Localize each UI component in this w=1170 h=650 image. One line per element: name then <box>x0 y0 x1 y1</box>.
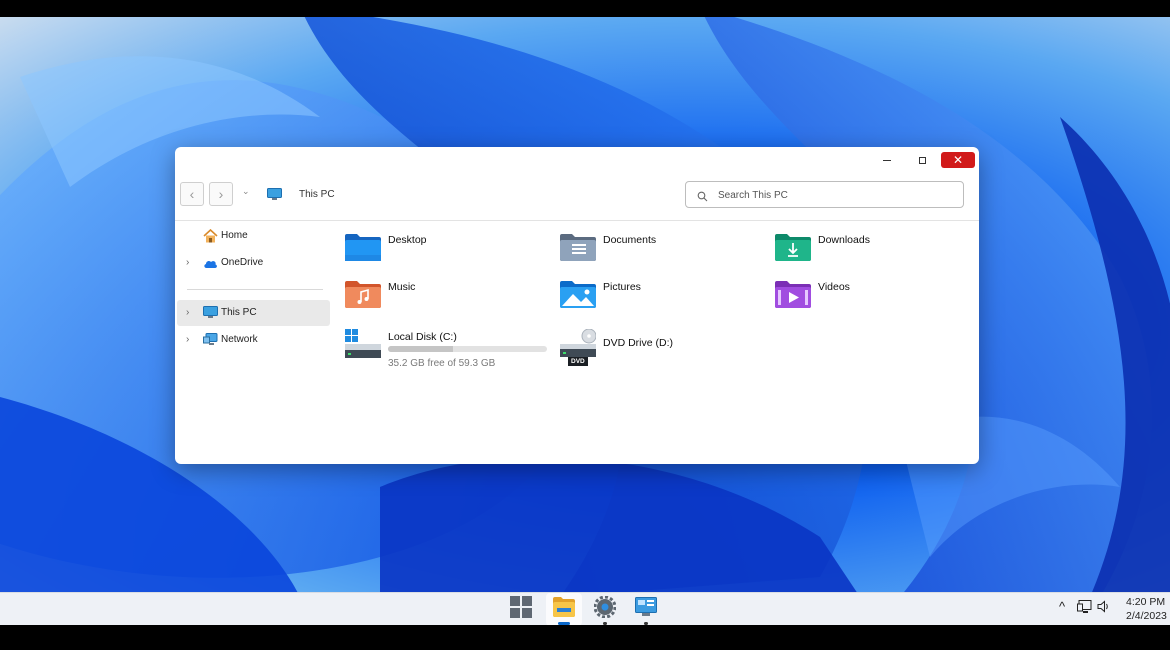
chevron-right-icon[interactable]: › <box>186 307 189 318</box>
maximize-button[interactable] <box>910 152 934 168</box>
dvd-badge: DVD <box>571 358 585 365</box>
show-hidden-icons-button[interactable]: ^ <box>1059 599 1065 614</box>
navigation-toolbar: ‹ › ⌄ This PC Search This PC <box>175 177 979 221</box>
drive-dvd-d[interactable]: DVD Drive (D:) DVD <box>550 319 760 367</box>
settings-icon <box>593 595 617 623</box>
home-icon <box>203 228 218 248</box>
system-clock[interactable]: 4:20 PM 2/4/2023 <box>1126 595 1170 623</box>
top-letterbox <box>0 0 1170 17</box>
taskbar-settings[interactable] <box>587 593 623 626</box>
computer-icon <box>203 306 218 324</box>
sidebar-item-label: This PC <box>221 307 257 318</box>
forward-button[interactable]: › <box>209 182 233 206</box>
folder-label: Pictures <box>603 281 641 293</box>
documents-folder-icon <box>560 233 596 266</box>
navigation-pane: Home › OneDrive › This PC › Network <box>175 222 330 464</box>
sidebar-divider <box>187 289 323 290</box>
file-explorer-window: ✕ ‹ › ⌄ This PC Search This PC Home › On… <box>175 147 979 464</box>
clock-date: 2/4/2023 <box>1126 610 1167 622</box>
drive-usage-bar <box>388 346 547 352</box>
control-panel-icon <box>635 597 657 622</box>
minimize-icon <box>883 159 891 161</box>
recent-locations-button[interactable]: ⌄ <box>242 186 250 197</box>
folder-label: Desktop <box>388 234 427 246</box>
taskbar: ^ 4:20 PM 2/4/2023 <box>0 592 1170 626</box>
folder-pictures[interactable]: Pictures <box>550 269 750 309</box>
dvd-drive-icon <box>560 328 597 372</box>
folder-label: Music <box>388 281 416 293</box>
folder-label: Documents <box>603 234 657 246</box>
close-button[interactable]: ✕ <box>941 152 975 168</box>
desktop-folder-icon <box>345 233 381 266</box>
network-status-icon[interactable] <box>1077 600 1092 617</box>
chevron-right-icon: › <box>218 186 224 202</box>
file-explorer-icon <box>553 597 575 622</box>
sidebar-item-onedrive[interactable]: › OneDrive <box>177 250 330 276</box>
sidebar-item-label: OneDrive <box>221 257 264 268</box>
sidebar-item-label: Network <box>221 334 258 345</box>
cloud-icon <box>203 256 218 274</box>
start-icon <box>510 596 532 623</box>
drive-usage-fill <box>388 346 454 352</box>
chevron-left-icon: ‹ <box>189 186 195 202</box>
sidebar-item-label: Home <box>221 230 248 241</box>
search-icon <box>697 189 708 207</box>
sidebar-item-network[interactable]: › Network <box>177 327 330 353</box>
chevron-right-icon[interactable]: › <box>186 257 189 268</box>
network-icon <box>203 333 218 351</box>
start-button[interactable] <box>503 593 539 626</box>
search-box[interactable]: Search This PC <box>685 181 964 208</box>
taskbar-file-explorer[interactable] <box>546 593 582 626</box>
hard-drive-icon <box>345 329 381 364</box>
folder-downloads[interactable]: Downloads <box>765 222 965 262</box>
clock-time: 4:20 PM <box>1126 596 1166 608</box>
music-folder-icon <box>345 280 381 313</box>
computer-icon <box>267 188 282 206</box>
back-button[interactable]: ‹ <box>180 182 204 206</box>
downloads-folder-icon <box>775 233 811 266</box>
address-bar[interactable]: This PC <box>299 189 335 200</box>
folder-videos[interactable]: Videos <box>765 269 965 309</box>
drive-free-space: 35.2 GB free of 59.3 GB <box>388 358 496 369</box>
volume-icon[interactable] <box>1097 600 1111 616</box>
drive-local-disk-c[interactable]: Local Disk (C:) 35.2 GB free of 59.3 GB <box>335 319 547 369</box>
sidebar-item-this-pc[interactable]: › This PC <box>177 300 330 326</box>
sidebar-item-home[interactable]: Home <box>177 223 330 249</box>
title-bar[interactable]: ✕ <box>175 147 979 173</box>
folder-documents[interactable]: Documents <box>550 222 750 262</box>
search-input[interactable]: Search This PC <box>718 190 788 201</box>
folder-desktop[interactable]: Desktop <box>335 222 535 262</box>
pictures-folder-icon <box>560 280 596 313</box>
minimize-button[interactable] <box>875 152 899 168</box>
taskbar-control-panel[interactable] <box>628 593 664 626</box>
chevron-right-icon[interactable]: › <box>186 334 189 345</box>
folder-label: Videos <box>818 281 850 293</box>
maximize-icon <box>918 156 926 164</box>
bottom-letterbox <box>0 625 1170 650</box>
drive-label: Local Disk (C:) <box>388 331 457 343</box>
folder-label: Downloads <box>818 234 870 246</box>
close-icon: ✕ <box>952 153 964 167</box>
drive-label: DVD Drive (D:) <box>603 337 673 349</box>
content-pane: Desktop Documents Downloads Music Pictur… <box>335 222 979 464</box>
videos-folder-icon <box>775 280 811 313</box>
folder-music[interactable]: Music <box>335 269 535 309</box>
